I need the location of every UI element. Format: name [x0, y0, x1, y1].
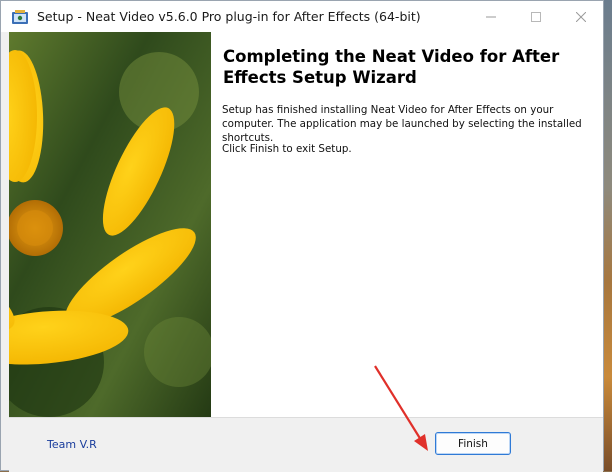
desktop-background — [604, 0, 612, 471]
finish-button[interactable]: Finish — [435, 432, 511, 455]
flower-illustration — [9, 32, 211, 417]
title-bar[interactable]: Setup - Neat Video v5.6.0 Pro plug-in fo… — [1, 1, 603, 32]
maximize-button[interactable] — [513, 1, 558, 32]
wizard-button-bar: Team V.R Finish — [9, 417, 603, 472]
branding-label: Team V.R — [47, 438, 97, 451]
minimize-icon — [485, 16, 496, 17]
minimize-button[interactable] — [468, 1, 513, 32]
wizard-content-panel: Completing the Neat Video for After Effe… — [211, 32, 603, 417]
close-icon — [575, 11, 586, 22]
installer-app-icon — [12, 9, 28, 24]
maximize-icon — [530, 11, 541, 22]
exit-instruction: Click Finish to exit Setup. — [222, 143, 352, 155]
close-button[interactable] — [558, 1, 603, 32]
wizard-banner-image — [9, 32, 211, 417]
page-title: Completing the Neat Video for After Effe… — [223, 47, 560, 87]
window-title: Setup - Neat Video v5.6.0 Pro plug-in fo… — [37, 9, 421, 24]
setup-window: Setup - Neat Video v5.6.0 Pro plug-in fo… — [0, 0, 604, 472]
completion-message: Setup has finished installing Neat Video… — [222, 104, 582, 144]
